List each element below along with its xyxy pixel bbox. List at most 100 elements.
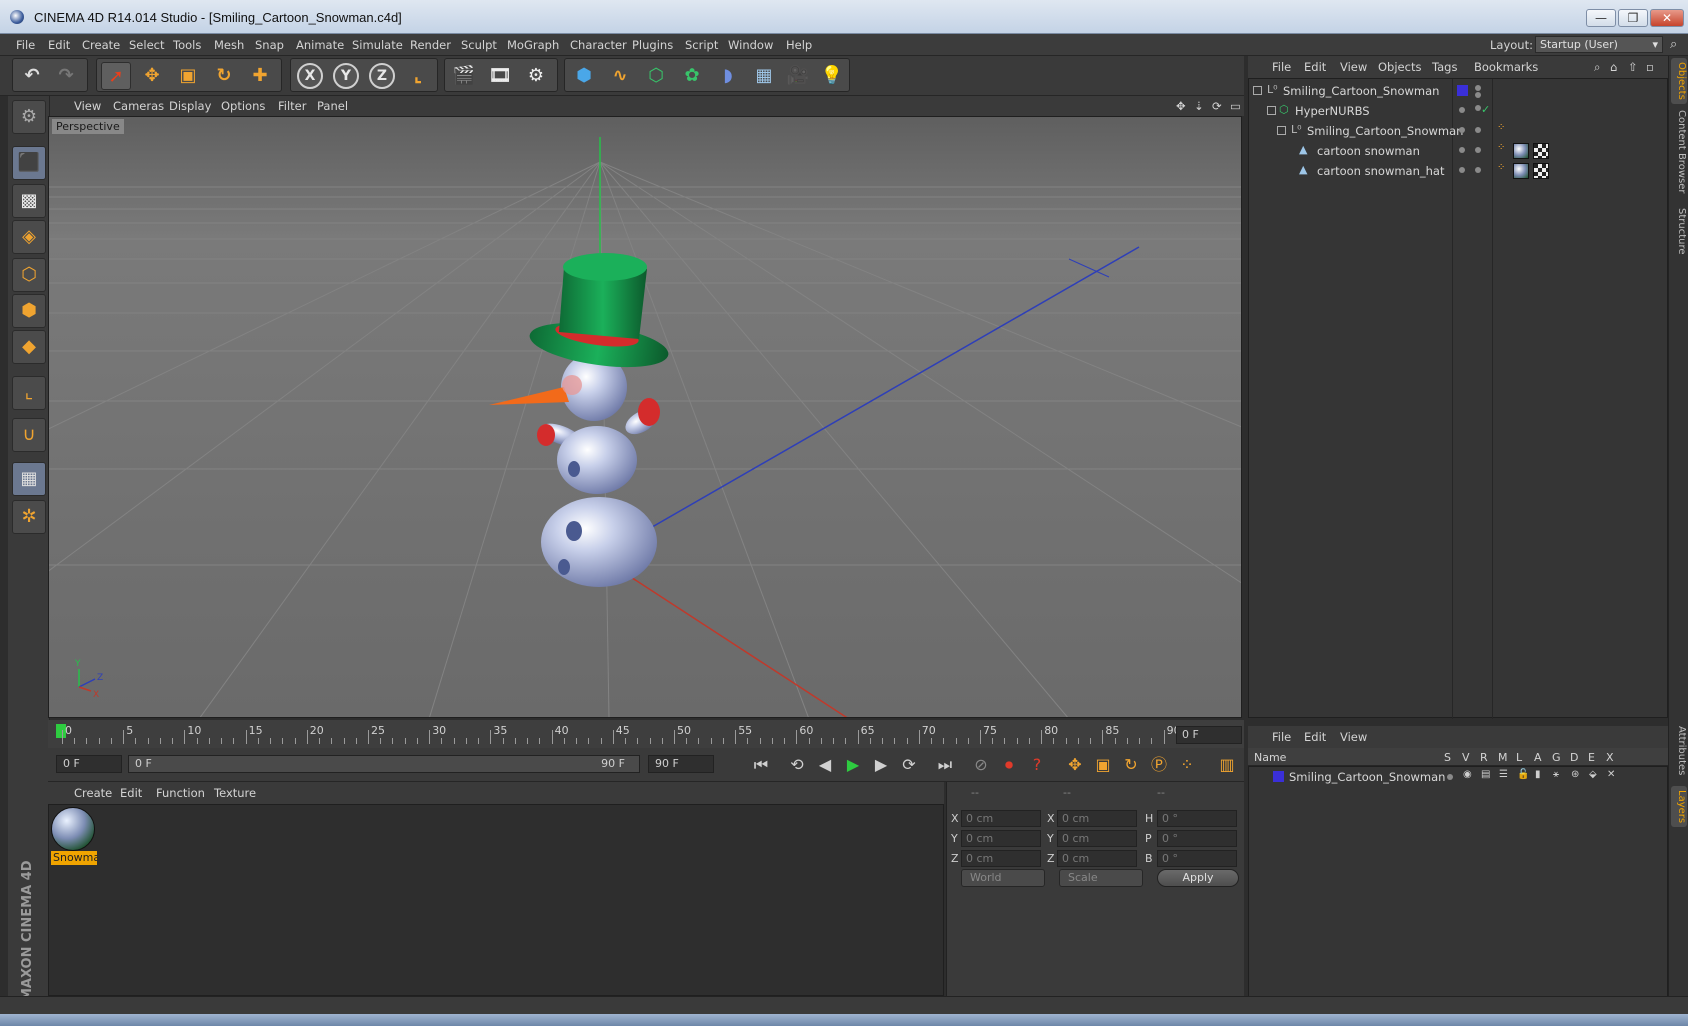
reverse-loop-icon[interactable]: ⟳: [896, 753, 922, 777]
light-icon[interactable]: 💡: [817, 62, 847, 90]
play-icon[interactable]: ▶: [840, 753, 866, 777]
layer-deformer-icon[interactable]: ⊛: [1571, 769, 1583, 781]
keyframe-selection-icon[interactable]: ?: [1024, 753, 1050, 777]
menu-sculpt[interactable]: Sculpt: [461, 38, 497, 52]
visibility-editor-dot[interactable]: [1459, 167, 1465, 173]
menu-mograph[interactable]: MoGraph: [507, 38, 559, 52]
next-frame-icon[interactable]: ▶: [868, 753, 894, 777]
object-menu-objects[interactable]: Objects: [1378, 60, 1421, 74]
material-tag-icon[interactable]: [1513, 143, 1529, 159]
layer-xref-icon[interactable]: ✕: [1607, 769, 1619, 781]
material-swatch[interactable]: Snowman: [51, 807, 97, 867]
x-axis-lock-button[interactable]: X: [297, 63, 323, 89]
object-row[interactable]: L⁰ Smiling_Cartoon_Snowman ⁘: [1249, 121, 1667, 141]
phong-tag-icon[interactable]: ⁘: [1497, 122, 1509, 134]
coord-pos-x-field[interactable]: 0 cm: [961, 810, 1041, 827]
collapse-toggle-icon[interactable]: [1253, 86, 1262, 95]
new-window-icon[interactable]: ▫: [1646, 60, 1654, 74]
z-axis-lock-button[interactable]: Z: [369, 63, 395, 89]
selection-arrow-icon[interactable]: ➚: [101, 62, 131, 90]
layer-menu-file[interactable]: File: [1272, 730, 1291, 744]
menu-plugins[interactable]: Plugins: [632, 38, 673, 52]
rotate-icon[interactable]: ↻: [209, 62, 239, 90]
object-menu-tags[interactable]: Tags: [1432, 60, 1457, 74]
layout-dropdown[interactable]: Startup (User) ▾: [1535, 36, 1663, 53]
menu-snap[interactable]: Snap: [255, 38, 284, 52]
material-menu-edit[interactable]: Edit: [120, 786, 142, 800]
mograph-cloner-icon[interactable]: ✿: [677, 62, 707, 90]
layer-menu-view[interactable]: View: [1340, 730, 1367, 744]
camera-icon[interactable]: 🎥: [783, 62, 813, 90]
undo-icon[interactable]: ↶: [17, 62, 47, 90]
object-row[interactable]: ⬡ HyperNURBS ✓: [1249, 101, 1667, 121]
menu-file[interactable]: File: [16, 38, 35, 52]
scale-icon[interactable]: ▣: [173, 62, 203, 90]
key-scale-icon[interactable]: ▣: [1090, 753, 1116, 777]
viewport-menu-options[interactable]: Options: [221, 99, 265, 113]
object-menu-file[interactable]: File: [1272, 60, 1291, 74]
material-tag-icon[interactable]: [1513, 163, 1529, 179]
menu-script[interactable]: Script: [685, 38, 718, 52]
collapse-toggle-icon[interactable]: [1267, 106, 1276, 115]
layer-color-swatch[interactable]: [1457, 85, 1468, 96]
viewport-menu-panel[interactable]: Panel: [317, 99, 348, 113]
visibility-render-dot[interactable]: [1475, 167, 1481, 173]
nurbs-icon[interactable]: ⬡: [641, 62, 671, 90]
edges-mode-icon[interactable]: ⬢: [12, 294, 46, 328]
visibility-editor-dot[interactable]: [1459, 107, 1465, 113]
object-menu-bookmarks[interactable]: Bookmarks: [1474, 60, 1538, 74]
coord-rot-p-field[interactable]: 0 °: [1157, 830, 1237, 847]
layer-view-eye-icon[interactable]: ◉: [1463, 769, 1475, 781]
phong-tag-icon[interactable]: ⁘: [1497, 142, 1509, 154]
spline-icon[interactable]: ∿: [605, 62, 635, 90]
deformer-icon[interactable]: ◗: [713, 62, 743, 90]
menu-edit[interactable]: Edit: [48, 38, 70, 52]
object-row[interactable]: ▲ cartoon snowman_hat ⁘: [1249, 161, 1667, 181]
visibility-render-dot[interactable]: [1475, 92, 1481, 98]
coordinate-system-icon[interactable]: ⌞: [403, 62, 433, 90]
key-parameter-icon[interactable]: Ⓟ: [1146, 753, 1172, 777]
collapse-toggle-icon[interactable]: [1277, 126, 1286, 135]
viewport-pan-icon[interactable]: ✥: [1176, 99, 1186, 113]
tab-objects[interactable]: Objects: [1671, 58, 1687, 104]
layer-lock-icon[interactable]: 🔓: [1517, 769, 1529, 781]
axis-mode-icon[interactable]: ⌞: [12, 376, 46, 410]
preview-range-slider[interactable]: 0 F 90 F: [128, 755, 640, 773]
coord-size-x-field[interactable]: 0 cm: [1057, 810, 1137, 827]
object-menu-view[interactable]: View: [1340, 60, 1367, 74]
close-button[interactable]: ✕: [1650, 9, 1684, 27]
move-icon[interactable]: ✥: [137, 62, 167, 90]
maximize-button[interactable]: ❐: [1618, 9, 1648, 27]
tab-content-browser[interactable]: Content Browser: [1671, 106, 1687, 197]
timeline-ruler[interactable]: 0 5 10 15 20 25 30 35 40 45 50 55 60 65 70 75 80 85 90 0 F: [48, 720, 1244, 748]
layer-list[interactable]: Smiling_Cartoon_Snowman ◉ ▤ ☰ 🔓 ▮ ⚹ ⊛ ⬙ …: [1248, 766, 1668, 1016]
preview-end-field[interactable]: 90 F: [648, 755, 714, 773]
menu-window[interactable]: Window: [728, 38, 773, 52]
floor-environment-icon[interactable]: ▦: [749, 62, 779, 90]
viewport-rotate-icon[interactable]: ⟳: [1212, 99, 1222, 113]
object-menu-edit[interactable]: Edit: [1304, 60, 1326, 74]
redo-icon[interactable]: ↷: [51, 62, 81, 90]
viewport-zoom-icon[interactable]: ⇣: [1194, 99, 1204, 113]
menu-mesh[interactable]: Mesh: [214, 38, 244, 52]
tab-structure[interactable]: Structure: [1671, 204, 1687, 259]
render-picture-viewer-icon[interactable]: 🎞: [485, 62, 515, 90]
tab-layers[interactable]: Layers: [1671, 786, 1687, 828]
minimize-button[interactable]: —: [1586, 9, 1616, 27]
key-rotation-icon[interactable]: ↻: [1118, 753, 1144, 777]
go-to-start-icon[interactable]: ⏮: [748, 753, 774, 777]
apply-button[interactable]: Apply: [1157, 869, 1239, 887]
search-icon[interactable]: ⌕: [1670, 37, 1677, 52]
object-manager-list[interactable]: L⁰ Smiling_Cartoon_Snowman ⬡ HyperNURBS …: [1248, 78, 1668, 719]
material-menu-texture[interactable]: Texture: [214, 786, 256, 800]
object-row[interactable]: ▲ cartoon snowman ⁘: [1249, 141, 1667, 161]
visibility-render-dot[interactable]: [1475, 127, 1481, 133]
enabled-check-icon[interactable]: ✓: [1481, 103, 1493, 116]
timeline-window-icon[interactable]: ▥: [1214, 753, 1240, 777]
layer-generator-icon[interactable]: ⚹: [1553, 769, 1565, 781]
object-row[interactable]: L⁰ Smiling_Cartoon_Snowman: [1249, 81, 1667, 101]
menu-render[interactable]: Render: [410, 38, 451, 52]
go-to-end-icon[interactable]: ⏭: [932, 753, 958, 777]
workplane-lock-icon[interactable]: ▦: [12, 462, 46, 496]
soft-selection-icon[interactable]: ✲: [12, 500, 46, 534]
